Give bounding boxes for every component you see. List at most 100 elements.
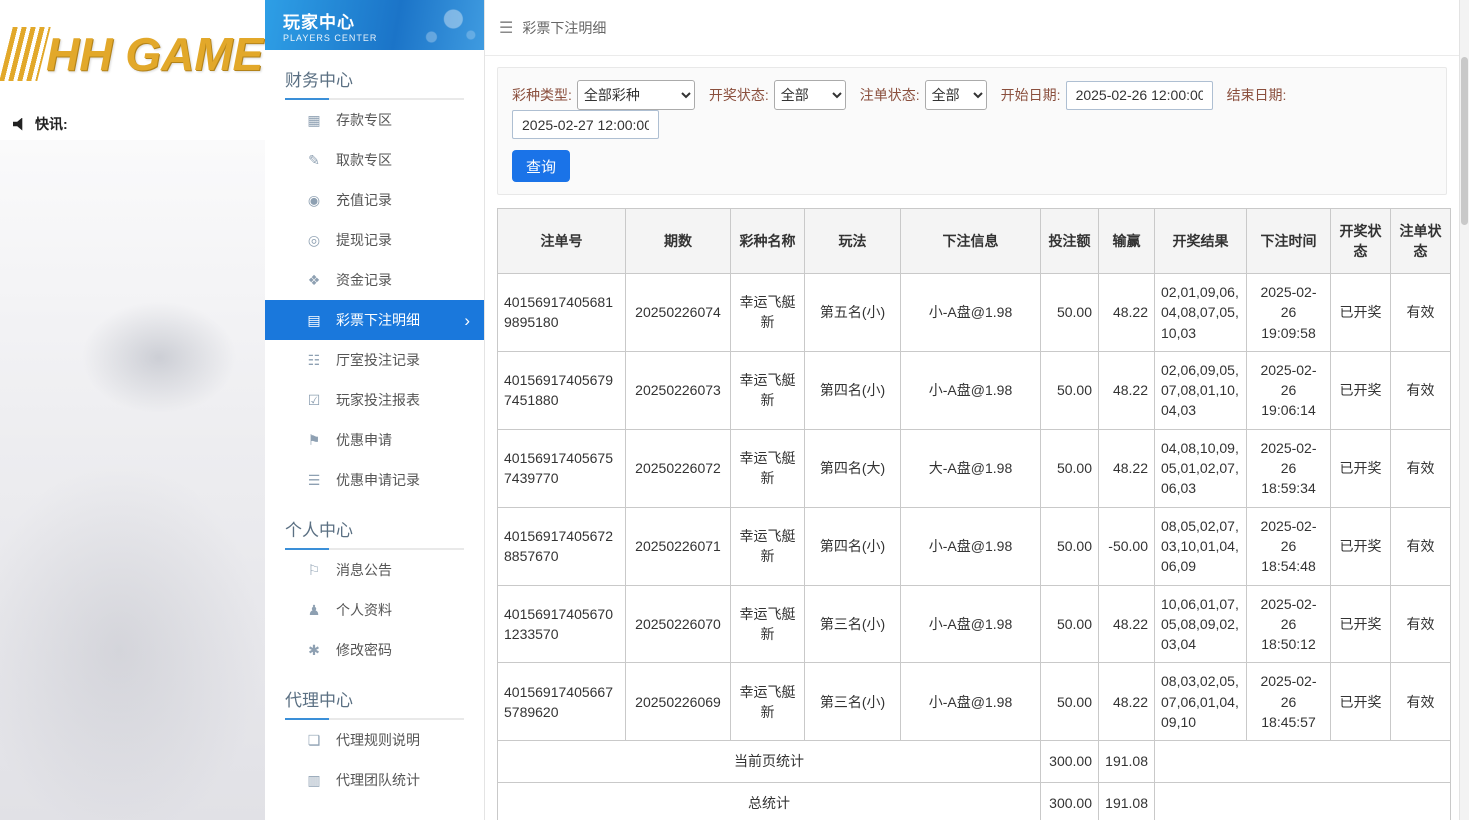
- sidebar-item-label: 个人资料: [336, 600, 392, 620]
- chevron-right-icon: ›: [464, 312, 470, 329]
- sidebar-item-agent-team-stats[interactable]: ▥代理团队统计: [265, 760, 484, 800]
- table-cell: 有效: [1391, 351, 1451, 429]
- table-cell: 已开奖: [1331, 429, 1391, 507]
- table-cell: 20250226072: [626, 429, 731, 507]
- table-cell: 大-A盘@1.98: [901, 429, 1041, 507]
- sidebar-item-promo-apply[interactable]: ⚑ 优惠申请: [265, 420, 484, 460]
- table-cell: 第三名(小): [805, 663, 901, 741]
- sidebar-item-label: 优惠申请: [336, 430, 392, 450]
- withdrawal-record-icon: ◎: [305, 232, 323, 249]
- sidebar-item-player-bet-report[interactable]: ☑玩家投注报表: [265, 380, 484, 420]
- table-cell: 20250226074: [626, 274, 731, 352]
- table-cell: 48.22: [1099, 274, 1155, 352]
- profile-icon: ♟: [305, 602, 323, 619]
- summary-cell: 总统计: [498, 782, 1041, 820]
- column-header: 下注时间: [1247, 209, 1331, 274]
- sidebar-item-label: 存款专区: [336, 110, 392, 130]
- logo-band: HH GAME: [0, 0, 265, 108]
- sidebar-item-hall-bet-record[interactable]: ☷厅室投注记录: [265, 340, 484, 380]
- menu-icon[interactable]: ☰: [499, 18, 513, 38]
- column-header: 彩种名称: [731, 209, 805, 274]
- players-center-title: 玩家中心: [283, 8, 484, 33]
- promo-apply-icon: ⚑: [305, 432, 323, 449]
- table-cell: 幸运飞艇新: [731, 429, 805, 507]
- start-date-label: 开始日期:: [1001, 85, 1061, 105]
- brand-logo: HH GAME: [46, 27, 263, 81]
- sidebar-item-withdraw[interactable]: ✎取款专区: [265, 140, 484, 180]
- players-center-subtitle: PLAYERS CENTER: [283, 33, 484, 43]
- table-cell: 2025-02-26 19:06:14: [1247, 351, 1331, 429]
- table-cell: 48.22: [1099, 663, 1155, 741]
- summary-cell: 191.08: [1099, 782, 1155, 820]
- recharge-record-icon: ◉: [305, 192, 323, 209]
- sidebar-item-promo-apply-record[interactable]: ☰ 优惠申请记录: [265, 460, 484, 500]
- table-row: 40156917405670123357020250226070幸运飞艇新第三名…: [498, 585, 1451, 663]
- column-header: 期数: [626, 209, 731, 274]
- order-status-select[interactable]: 全部: [925, 80, 987, 110]
- table-cell: 小-A盘@1.98: [901, 351, 1041, 429]
- summary-cell: 当前页统计: [498, 741, 1041, 782]
- filter-row: 彩种类型: 全部彩种 开奖状态: 全部 注单状态: 全部 开始日期: 结束日期:: [512, 80, 1432, 139]
- table-cell: 48.22: [1099, 351, 1155, 429]
- table-cell: 50.00: [1041, 663, 1099, 741]
- sidebar-item-change-password[interactable]: ✱修改密码: [265, 630, 484, 670]
- table-cell: 已开奖: [1331, 507, 1391, 585]
- sidebar-item-lottery-bet-detail[interactable]: ▤彩票下注明细›: [265, 300, 484, 340]
- table-cell: 有效: [1391, 507, 1451, 585]
- start-date-input[interactable]: [1066, 81, 1213, 110]
- table-cell: 401569174056728857670: [498, 507, 626, 585]
- sidebar-sections: 财务中心 ▦ 存款专区 ✎取款专区◉充值记录 ◎ 提现记录 ❖ 资金记录 ▤彩票下注明细›☷厅室…: [265, 50, 484, 800]
- sidebar-item-label: 提现记录: [336, 230, 392, 250]
- sidebar-item-label: 资金记录: [336, 270, 392, 290]
- scrollbar-thumb[interactable]: [1461, 57, 1468, 225]
- funds-record-icon: ❖: [305, 272, 323, 289]
- table-cell: 2025-02-26 19:09:58: [1247, 274, 1331, 352]
- table-row: 40156917405681989518020250226074幸运飞艇新第五名…: [498, 274, 1451, 352]
- table-cell: 第四名(小): [805, 351, 901, 429]
- end-date-input[interactable]: [512, 110, 659, 139]
- sidebar-item-agent-rules[interactable]: ❏代理规则说明: [265, 720, 484, 760]
- table-cell: 已开奖: [1331, 585, 1391, 663]
- sidebar-item-label: 优惠申请记录: [336, 470, 420, 490]
- sidebar: 玩家中心 PLAYERS CENTER 财务中心▦存款专区✎取款专区◉充值记录◎…: [265, 0, 485, 820]
- sidebar-item-profile[interactable]: ♟ 个人资料: [265, 590, 484, 630]
- table-cell: 08,05,02,07,03,10,01,04,06,09: [1155, 507, 1247, 585]
- filter-panel: 彩种类型: 全部彩种 开奖状态: 全部 注单状态: 全部 开始日期: 结束日期:: [497, 67, 1447, 195]
- sidebar-section-title: 财务中心: [265, 50, 484, 100]
- sidebar-item-messages[interactable]: ⚐消息公告: [265, 550, 484, 590]
- column-header: 开奖结果: [1155, 209, 1247, 274]
- news-ticker-bar: 快讯:: [0, 108, 265, 140]
- table-cell: 50.00: [1041, 429, 1099, 507]
- table-cell: 401569174056675789620: [498, 663, 626, 741]
- table-cell: 幸运飞艇新: [731, 663, 805, 741]
- search-button[interactable]: 查询: [512, 150, 570, 182]
- sidebar-item-withdrawal-record[interactable]: ◎ 提现记录: [265, 220, 484, 260]
- window-scrollbar[interactable]: [1459, 0, 1469, 820]
- sidebar-item-recharge-record[interactable]: ◉充值记录: [265, 180, 484, 220]
- background-image: [0, 140, 265, 820]
- promo-apply-record-icon: ☰: [305, 472, 323, 489]
- withdraw-icon: ✎: [305, 152, 323, 169]
- summary-row: 总统计300.00191.08: [498, 782, 1451, 820]
- table-cell: 50.00: [1041, 507, 1099, 585]
- table-cell: 幸运飞艇新: [731, 585, 805, 663]
- logo-bars-icon: [0, 27, 51, 81]
- sidebar-item-funds-record[interactable]: ❖ 资金记录: [265, 260, 484, 300]
- page-title: 彩票下注明细: [522, 18, 606, 38]
- table-cell: 20250226070: [626, 585, 731, 663]
- summary-cell: 191.08: [1099, 741, 1155, 782]
- password-icon: ✱: [305, 642, 323, 659]
- table-cell: 已开奖: [1331, 274, 1391, 352]
- sidebar-item-deposit[interactable]: ▦ 存款专区: [265, 100, 484, 140]
- table-cell: 幸运飞艇新: [731, 351, 805, 429]
- lottery-type-select[interactable]: 全部彩种: [577, 80, 695, 110]
- draw-status-select[interactable]: 全部: [774, 80, 846, 110]
- topbar: ☰ 彩票下注明细: [485, 0, 1459, 56]
- table-row: 40156917405667578962020250226069幸运飞艇新第三名…: [498, 663, 1451, 741]
- deposit-icon: ▦: [305, 112, 323, 129]
- column-header: 投注额: [1041, 209, 1099, 274]
- table-row: 40156917405672885767020250226071幸运飞艇新第四名…: [498, 507, 1451, 585]
- column-header: 下注信息: [901, 209, 1041, 274]
- agent-team-icon: ▥: [305, 772, 323, 789]
- summary-cell: 300.00: [1041, 741, 1099, 782]
